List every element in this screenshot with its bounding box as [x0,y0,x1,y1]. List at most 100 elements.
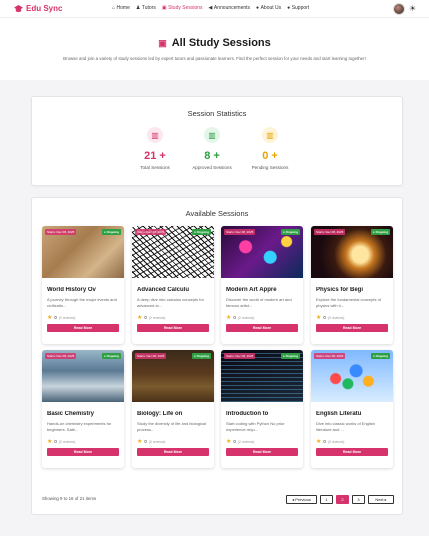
session-title: Physics for Begi [316,287,364,293]
session-card[interactable]: Starts: Dec 08, 2025 ● Ongoing Advanced Ca… [132,226,214,344]
session-title: Introduction to [226,411,269,417]
session-card[interactable]: Starts: Dec 08, 2025 ● Ongoing World Histo… [42,226,124,344]
brand-name: Edu Sync [26,4,63,13]
session-date-badge: Starts: Dec 08, 2025 [314,353,346,359]
stat-pending-sessions: ▥ 0 + Pending Sessions [240,127,300,170]
session-status-badge: ● Ongoing [102,353,121,359]
pagination-previous-button[interactable]: ◂ Previous [286,495,317,504]
review-count: (0 reviews) [148,315,166,320]
session-title: World History Ov [47,287,96,293]
nav-support[interactable]: ● Support [287,5,309,11]
session-status-badge: ● Ongoing [192,229,211,235]
nav-tutors[interactable]: ♟ Tutors [136,5,156,11]
pagination-page-1[interactable]: 1 [320,495,333,504]
read-more-button[interactable]: Read More [47,448,119,456]
nav-announcements-label: Announcements [213,5,251,11]
session-status-badge: ● Ongoing [281,229,300,235]
user-avatar[interactable] [393,3,405,15]
session-description: Study the diversity of life and biologic… [137,421,206,432]
session-description: Explore the fundamental concepts of phys… [316,297,381,308]
session-card[interactable]: Starts: Dec 08, 2025 ● Ongoing Introductio… [221,350,303,468]
read-more-button[interactable]: Read More [316,324,388,332]
info-icon: ● [256,5,260,11]
status-text: Ongoing [285,354,298,358]
session-rating: ★ 0 (0 reviews) [316,438,344,445]
read-more-button[interactable]: Read More [47,324,119,332]
available-sessions-section: Available Sessions Starts: Dec 08, 2025 ●… [31,197,403,515]
stat-total-value: 21 + [144,150,166,162]
nav-home[interactable]: ⌂ Home [112,5,130,11]
status-text: Ongoing [285,230,298,234]
review-count: (0 reviews) [58,315,76,320]
pagination-next-button[interactable]: Next ▸ [368,495,394,504]
session-statistics-card: Session Statistics ▥ 21 + Total Sessions… [31,96,403,186]
nav-study-sessions[interactable]: ▣ Study Sessions [162,5,203,11]
hero-section: ▣ All Study Sessions Browse and join a v… [0,18,429,80]
page-title: ▣ All Study Sessions [0,37,429,49]
brand-logo[interactable]: Edu Sync [14,4,62,13]
page-title-text: All Study Sessions [171,37,271,49]
megaphone-icon: ◀ [208,5,213,11]
session-date-badge: Starts: Dec 08, 2025 [224,353,256,359]
session-rating: ★ 0 (0 reviews) [47,314,75,321]
stat-total-sessions: ▥ 21 + Total Sessions [125,127,185,170]
session-description: A deep dive into calculus concepts for a… [137,297,204,308]
tutors-icon: ♟ [135,5,141,11]
read-more-button[interactable]: Read More [137,324,209,332]
star-icon: ★ [316,315,322,321]
nav-about-us[interactable]: ● About Us [256,5,281,11]
session-status-badge: ● Ongoing [192,353,211,359]
pagination: ◂ Previous 1 2 3 Next ▸ [286,495,394,504]
session-card[interactable]: Starts: Dec 08, 2025 ● Ongoing Modern Art … [221,226,303,344]
session-description: Start coding with Python No prior experi… [226,421,285,432]
pagination-page-2[interactable]: 2 [336,495,349,504]
top-navbar: Edu Sync ⌂ Home ♟ Tutors ▣ Study Sessions ◀… [0,0,429,18]
stat-approved-value: 8 + [204,150,220,162]
rating-value: 0 [144,315,147,320]
session-status-badge: ● Ongoing [371,229,390,235]
status-text: Ongoing [106,354,119,358]
review-count: (0 reviews) [327,315,345,320]
star-icon: ★ [137,315,143,321]
stat-approved-label: Approved Sessions [192,165,232,170]
session-rating: ★ 0 (0 reviews) [316,314,344,321]
session-rating: ★ 0 (0 reviews) [137,314,165,321]
page-subtitle: Browse and join a variety of study sessi… [63,56,366,61]
pending-book-icon: ▥ [262,127,278,143]
pagination-page-3[interactable]: 3 [352,495,365,504]
sessions-title: Available Sessions [185,209,249,218]
session-date-badge: Starts: Dec 08, 2025 [45,353,77,359]
star-icon: ★ [47,439,53,445]
read-more-button[interactable]: Read More [137,448,209,456]
previous-label: Previous [295,497,311,502]
star-icon: ★ [226,439,232,445]
session-date-badge: Starts: Dec 08, 2025 [135,229,167,235]
session-rating: ★ 0 (0 reviews) [137,438,165,445]
session-description: Dive into classic works of English liter… [316,421,375,432]
read-more-button[interactable]: Read More [316,448,388,456]
review-count: (0 reviews) [237,315,255,320]
statistics-title: Session Statistics [187,109,247,118]
nav-announcements[interactable]: ◀ Announcements [209,5,251,11]
read-more-button[interactable]: Read More [226,448,298,456]
session-card[interactable]: Starts: Dec 08, 2025 ● Ongoing English Lit… [311,350,393,468]
session-card[interactable]: Starts: Dec 08, 2025 ● Ongoing Basic Chemi… [42,350,124,468]
session-rating: ★ 0 (0 reviews) [47,438,75,445]
pagination-summary: Showing 9 to 16 of 21 items [42,496,97,501]
status-text: Ongoing [375,230,388,234]
session-status-badge: ● Ongoing [371,353,390,359]
help-icon: ● [287,5,291,11]
session-card[interactable]: Starts: Dec 08, 2025 ● Ongoing Physics for… [311,226,393,344]
rating-value: 0 [54,315,57,320]
session-date-badge: Starts: Dec 08, 2025 [224,229,256,235]
review-count: (0 reviews) [237,439,255,444]
session-status-badge: ● Ongoing [102,229,121,235]
read-more-button[interactable]: Read More [226,324,298,332]
nav-study-sessions-label: Study Sessions [168,5,203,11]
session-description: Discover the world of modern art and fam… [226,297,292,308]
theme-toggle-sun-icon[interactable]: ☀ [409,4,416,14]
rating-value: 0 [233,315,236,320]
review-count: (0 reviews) [58,439,76,444]
session-card[interactable]: Starts: Dec 08, 2025 ● Ongoing Biology: Li… [132,350,214,468]
approved-book-icon: ▥ [204,127,220,143]
